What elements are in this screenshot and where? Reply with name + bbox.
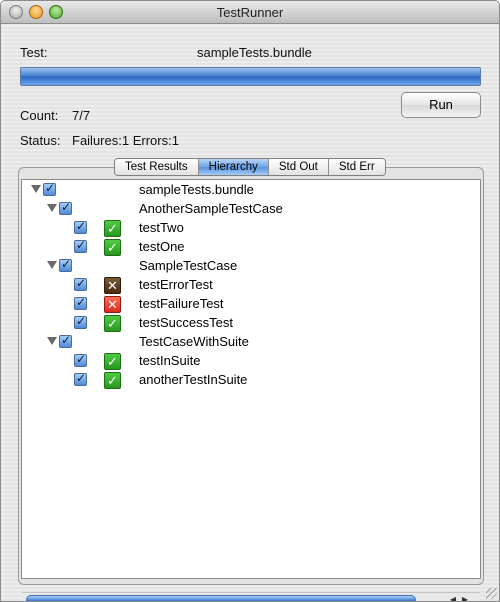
tree-row-label: testOne (139, 239, 185, 254)
tree-row[interactable]: sampleTests.bundle (22, 181, 480, 200)
window-content: Test: sampleTests.bundle Run Count: 7/7 … (1, 25, 499, 601)
tree-row[interactable]: ✓ testTwo (22, 219, 480, 238)
hierarchy-outline-view[interactable]: sampleTests.bundle AnotherSampleTestCase ✓… (21, 179, 481, 579)
test-label: Test: (20, 45, 48, 60)
run-button[interactable]: Run (401, 92, 481, 118)
tree-row[interactable]: ✕ testFailureTest (22, 295, 480, 314)
tree-row-label: SampleTestCase (139, 258, 238, 273)
title-bar[interactable]: TestRunner (1, 1, 499, 24)
tree-row-label: testInSuite (139, 353, 201, 368)
enable-test-checkbox[interactable] (74, 352, 87, 367)
enable-test-checkbox[interactable] (74, 276, 87, 291)
status-pass-checkmark-icon: ✓ (104, 315, 121, 332)
status-label: Status: (20, 133, 61, 148)
enable-test-checkbox[interactable] (74, 238, 87, 253)
progress-fill (21, 68, 480, 85)
disclosure-triangle-icon[interactable] (47, 261, 57, 269)
tree-row-label: testSuccessTest (139, 315, 233, 330)
tree-row-label: anotherTestInSuite (139, 372, 248, 387)
scroll-left-icon[interactable]: ◀ (448, 595, 458, 601)
count-label: Count: (20, 108, 59, 123)
tree-row-label: testErrorTest (139, 277, 213, 292)
tree-row[interactable]: AnotherSampleTestCase (22, 200, 480, 219)
tree-row[interactable]: ✓ testOne (22, 238, 480, 257)
enable-test-checkbox[interactable] (74, 371, 87, 386)
count-value: 7/7 (72, 108, 91, 123)
tree-row[interactable]: ✓ testInSuite (22, 352, 480, 371)
status-pass-checkmark-icon: ✓ (104, 353, 121, 370)
tab-test-results[interactable]: Test Results (115, 159, 199, 175)
disclosure-triangle-icon[interactable] (31, 185, 41, 193)
tree-row[interactable]: ✓ anotherTestInSuite (22, 371, 480, 390)
test-bundle-name: sampleTests.bundle (197, 45, 312, 60)
testrunner-window: TestRunner Test: sampleTests.bundle Run … (0, 0, 500, 602)
tree-row-label: AnotherSampleTestCase (139, 201, 283, 216)
status-fail-cross-icon: ✕ (104, 296, 121, 313)
disclosure-triangle-icon[interactable] (47, 337, 57, 345)
tree-row[interactable]: TestCaseWithSuite (22, 333, 480, 352)
horizontal-scrollbar[interactable]: ◀ ▶ (22, 592, 480, 601)
status-error-cross-icon: ✕ (104, 277, 121, 294)
enable-test-checkbox[interactable] (59, 200, 72, 215)
scrollbar-thumb[interactable] (26, 595, 416, 601)
tree-row-label: testTwo (139, 220, 184, 235)
test-progress-bar (20, 67, 481, 86)
scroll-right-icon[interactable]: ▶ (460, 595, 470, 601)
tree-row-label: TestCaseWithSuite (139, 334, 249, 349)
enable-test-checkbox[interactable] (74, 219, 87, 234)
status-value: Failures:1 Errors:1 (72, 133, 179, 148)
tree-row[interactable]: ✓ testSuccessTest (22, 314, 480, 333)
enable-test-checkbox[interactable] (74, 314, 87, 329)
status-pass-checkmark-icon: ✓ (104, 220, 121, 237)
tree-row[interactable]: SampleTestCase (22, 257, 480, 276)
tab-hierarchy[interactable]: Hierarchy (198, 159, 269, 175)
window-title: TestRunner (216, 5, 284, 20)
status-pass-checkmark-icon: ✓ (104, 239, 121, 256)
status-pass-checkmark-icon: ✓ (104, 372, 121, 389)
enable-test-checkbox[interactable] (74, 295, 87, 310)
disclosure-triangle-icon[interactable] (47, 204, 57, 212)
tree-row-label: sampleTests.bundle (139, 182, 254, 197)
resize-grip-icon[interactable] (486, 588, 497, 599)
enable-test-checkbox[interactable] (59, 333, 72, 348)
enable-test-checkbox[interactable] (43, 181, 56, 196)
enable-test-checkbox[interactable] (59, 257, 72, 272)
tab-std-out[interactable]: Std Out (268, 159, 329, 175)
tree-row[interactable]: ✕ testErrorTest (22, 276, 480, 295)
tab-std-err[interactable]: Std Err (328, 159, 385, 175)
tree-row-label: testFailureTest (139, 296, 224, 311)
tab-bar: Test Results Hierarchy Std Out Std Err (114, 158, 386, 176)
